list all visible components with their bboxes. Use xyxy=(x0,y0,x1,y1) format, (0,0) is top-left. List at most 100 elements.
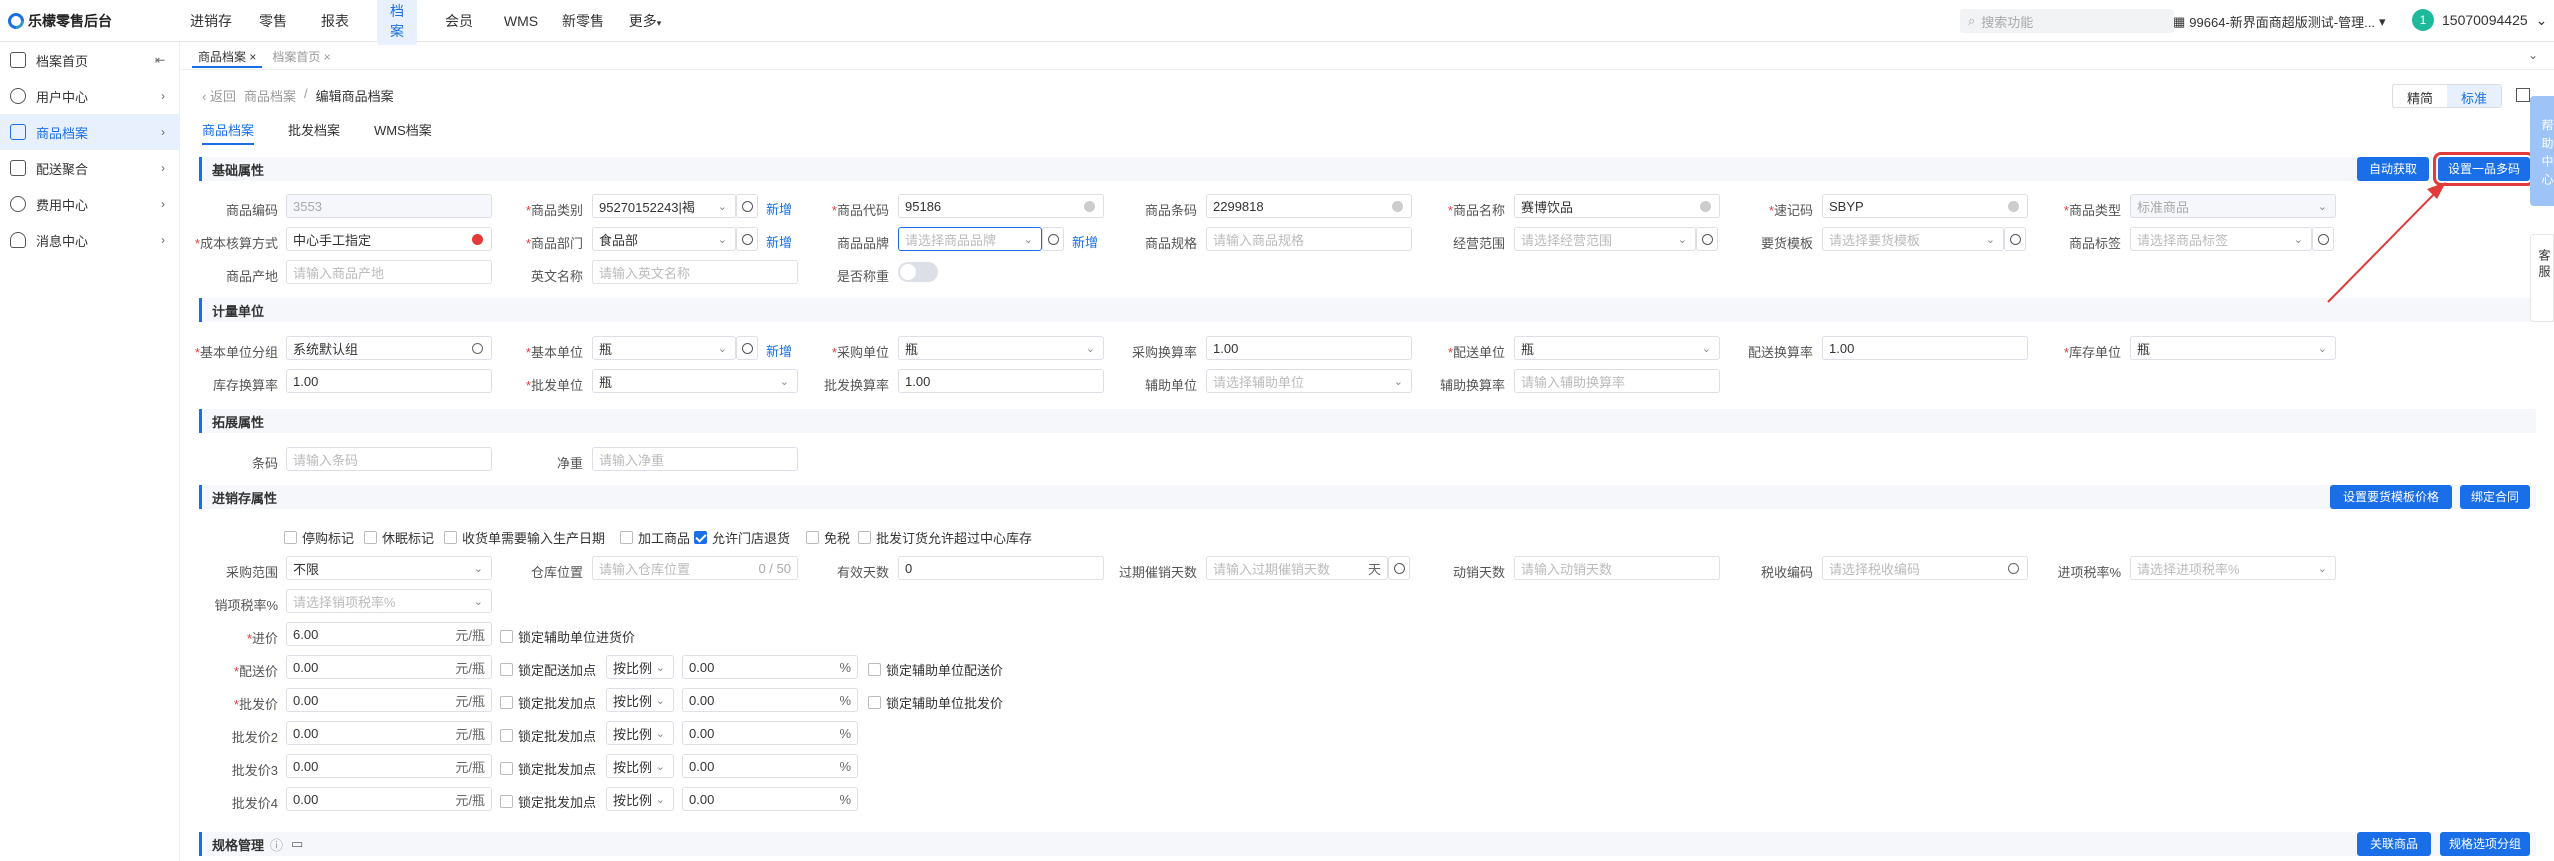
markup-mode-select[interactable]: 按比例 ⌄ xyxy=(606,754,674,778)
valid-days-input[interactable]: 0 xyxy=(898,556,1104,580)
inventory-checkbox-5[interactable]: 免税 xyxy=(806,528,850,547)
sidebar-item-home[interactable]: 档案首页 ⇤ xyxy=(0,42,179,78)
spec-group-button[interactable]: 规格选项分组 xyxy=(2440,832,2530,856)
category-search-button[interactable] xyxy=(736,194,758,218)
checkbox-box[interactable] xyxy=(500,795,513,808)
bind-contract-button[interactable]: 绑定合同 xyxy=(2460,485,2530,509)
inventory-checkbox-3[interactable]: 加工商品 xyxy=(620,528,690,547)
aux-price-lock-checkbox[interactable]: 锁定辅助单位批发价 xyxy=(868,693,1003,712)
collapse-icon[interactable]: ⇤ xyxy=(155,53,165,67)
dept-search-button[interactable] xyxy=(736,227,758,251)
checkbox-box[interactable] xyxy=(500,663,513,676)
sidebar-item-goods[interactable]: 商品档案 › xyxy=(0,114,179,150)
checkbox-box[interactable] xyxy=(694,531,707,544)
price-lock-checkbox[interactable]: 锁定批发加点 xyxy=(500,792,596,811)
tax-code-input[interactable]: 请选择税收编码 xyxy=(1822,556,2028,580)
move-days-input[interactable]: 请输入动销天数 xyxy=(1514,556,1720,580)
tab-wms[interactable]: WMS档案 xyxy=(374,120,432,145)
aux-rate-input[interactable]: 请输入辅助换算率 xyxy=(1514,369,1720,393)
sidebar-item-fee[interactable]: 费用中心 › xyxy=(0,186,179,222)
checkbox-box[interactable] xyxy=(858,531,871,544)
dept-select[interactable]: 食品部 ⌄ xyxy=(592,227,736,251)
user-menu[interactable]: 1 15070094425 ⌄ xyxy=(2412,9,2547,31)
scope-select[interactable]: 请选择经营范围 ⌄ xyxy=(1514,227,1696,251)
checkbox-box[interactable] xyxy=(868,696,881,709)
inventory-checkbox-2[interactable]: 收货单需要输入生产日期 xyxy=(444,528,605,547)
checkbox-box[interactable] xyxy=(444,531,457,544)
set-template-price-button[interactable]: 设置要货模板价格 xyxy=(2330,485,2452,509)
net-weight-input[interactable]: 请输入净重 xyxy=(592,447,798,471)
input-tax-select[interactable]: 请选择进项税率% ⌄ xyxy=(2130,556,2336,580)
base-unit-select[interactable]: 瓶 ⌄ xyxy=(592,336,736,360)
tag-select[interactable]: 请选择商品标签 ⌄ xyxy=(2130,227,2312,251)
stock-rate-input[interactable]: 1.00 xyxy=(286,369,492,393)
expire-days-input[interactable]: 请输入过期催销天数 天 xyxy=(1206,556,1388,580)
stock-unit-select[interactable]: 瓶 ⌄ xyxy=(2130,336,2336,360)
markup-percent-input[interactable]: 0.00% xyxy=(682,721,858,745)
spec-input[interactable]: 请输入商品规格 xyxy=(1206,227,1412,251)
tag-search-button[interactable] xyxy=(2312,227,2334,251)
checkbox-box[interactable] xyxy=(868,663,881,676)
tab-wholesale[interactable]: 批发档案 xyxy=(288,120,340,145)
columns-icon[interactable] xyxy=(2516,88,2530,102)
store-selector[interactable]: ▦ 99664-新界面商超版测试-管理... ▾ xyxy=(2173,12,2393,31)
barcode-input[interactable]: 2299818 xyxy=(1206,194,1412,218)
tab-goods[interactable]: 商品档案 xyxy=(202,120,255,145)
tab-goods-archive[interactable]: 商品档案 × xyxy=(192,46,263,68)
price-input[interactable]: 0.00 元/瓶 xyxy=(286,688,492,712)
checkbox-box[interactable] xyxy=(806,531,819,544)
aux-unit-select[interactable]: 请选择辅助单位 ⌄ xyxy=(1206,369,1412,393)
markup-mode-select[interactable]: 按比例 ⌄ xyxy=(606,721,674,745)
markup-percent-input[interactable]: 0.00% xyxy=(682,688,858,712)
price-input[interactable]: 0.00 元/瓶 xyxy=(286,754,492,778)
wholesale-rate-input[interactable]: 1.00 xyxy=(898,369,1104,393)
back-link[interactable]: ‹ 返回 xyxy=(202,86,236,105)
breadcrumb-parent[interactable]: 商品档案 xyxy=(244,86,296,105)
aux-price-lock-checkbox[interactable]: 锁定辅助单位配送价 xyxy=(868,660,1003,679)
price-input[interactable]: 0.00 元/瓶 xyxy=(286,787,492,811)
inventory-checkbox-4[interactable]: 允许门店退货 xyxy=(694,528,790,547)
unit-group-select[interactable]: 系统默认组 xyxy=(286,336,492,360)
menu-item-newretail[interactable]: 新零售 xyxy=(552,7,614,35)
price-lock-checkbox[interactable]: 锁定批发加点 xyxy=(500,693,596,712)
settings-icon[interactable]: ▭ xyxy=(291,836,303,852)
weigh-toggle[interactable] xyxy=(898,262,938,282)
goods-name-input[interactable]: 赛博饮品 xyxy=(1514,194,1720,218)
view-standard-button[interactable]: 标准 xyxy=(2447,85,2502,107)
markup-mode-select[interactable]: 按比例 ⌄ xyxy=(606,787,674,811)
price-input[interactable]: 6.00 元/瓶 xyxy=(286,622,492,646)
price-input[interactable]: 0.00 元/瓶 xyxy=(286,721,492,745)
price-input[interactable]: 0.00 元/瓶 xyxy=(286,655,492,679)
markup-percent-input[interactable]: 0.00% xyxy=(682,655,858,679)
category-select[interactable]: 95270152243|褐 ⌄ xyxy=(592,194,736,218)
app-logo[interactable]: 乐檬零售后台 xyxy=(4,9,112,33)
chevron-down-icon[interactable]: ⌄ xyxy=(2528,48,2538,62)
function-search[interactable]: ⌕ 搜索功能 xyxy=(1960,9,2174,33)
auto-fetch-button[interactable]: 自动获取 xyxy=(2357,157,2429,181)
delivery-rate-input[interactable]: 1.00 xyxy=(1822,336,2028,360)
help-icon[interactable]: ⓘ xyxy=(270,835,283,854)
help-center-panel[interactable]: 帮助中心 xyxy=(2530,96,2554,206)
cost-method-select[interactable]: 中心手工指定 xyxy=(286,227,492,251)
output-tax-select[interactable]: 请选择销项税率% ⌄ xyxy=(286,589,492,613)
sidebar-item-delivery[interactable]: 配送聚合 › xyxy=(0,150,179,186)
base-unit-search-button[interactable] xyxy=(736,336,758,360)
inventory-checkbox-6[interactable]: 批发订货允许超过中心库存 xyxy=(858,528,1032,547)
purchase-unit-select[interactable]: 瓶 ⌄ xyxy=(898,336,1104,360)
delivery-unit-select[interactable]: 瓶 ⌄ xyxy=(1514,336,1720,360)
inventory-checkbox-0[interactable]: 停购标记 xyxy=(284,528,354,547)
english-name-input[interactable]: 请输入英文名称 xyxy=(592,260,798,284)
shortcode-input[interactable]: SBYP xyxy=(1822,194,2028,218)
menu-item-archive[interactable]: 档案 xyxy=(377,0,417,45)
checkbox-box[interactable] xyxy=(500,729,513,742)
sidebar-item-message[interactable]: 消息中心 › xyxy=(0,222,179,258)
sidebar-item-users[interactable]: 用户中心 › xyxy=(0,78,179,114)
markup-mode-select[interactable]: 按比例 ⌄ xyxy=(606,655,674,679)
customer-service-button[interactable]: 客服 xyxy=(2530,234,2554,322)
inventory-checkbox-1[interactable]: 休眠标记 xyxy=(364,528,434,547)
menu-item-jxc[interactable]: 进销存 xyxy=(180,7,242,35)
menu-item-more[interactable]: 更多▾ xyxy=(614,7,676,35)
checkbox-box[interactable] xyxy=(364,531,377,544)
multi-code-button[interactable]: 设置一品多码 xyxy=(2433,152,2535,186)
ext-barcode-input[interactable]: 请输入条码 xyxy=(286,447,492,471)
